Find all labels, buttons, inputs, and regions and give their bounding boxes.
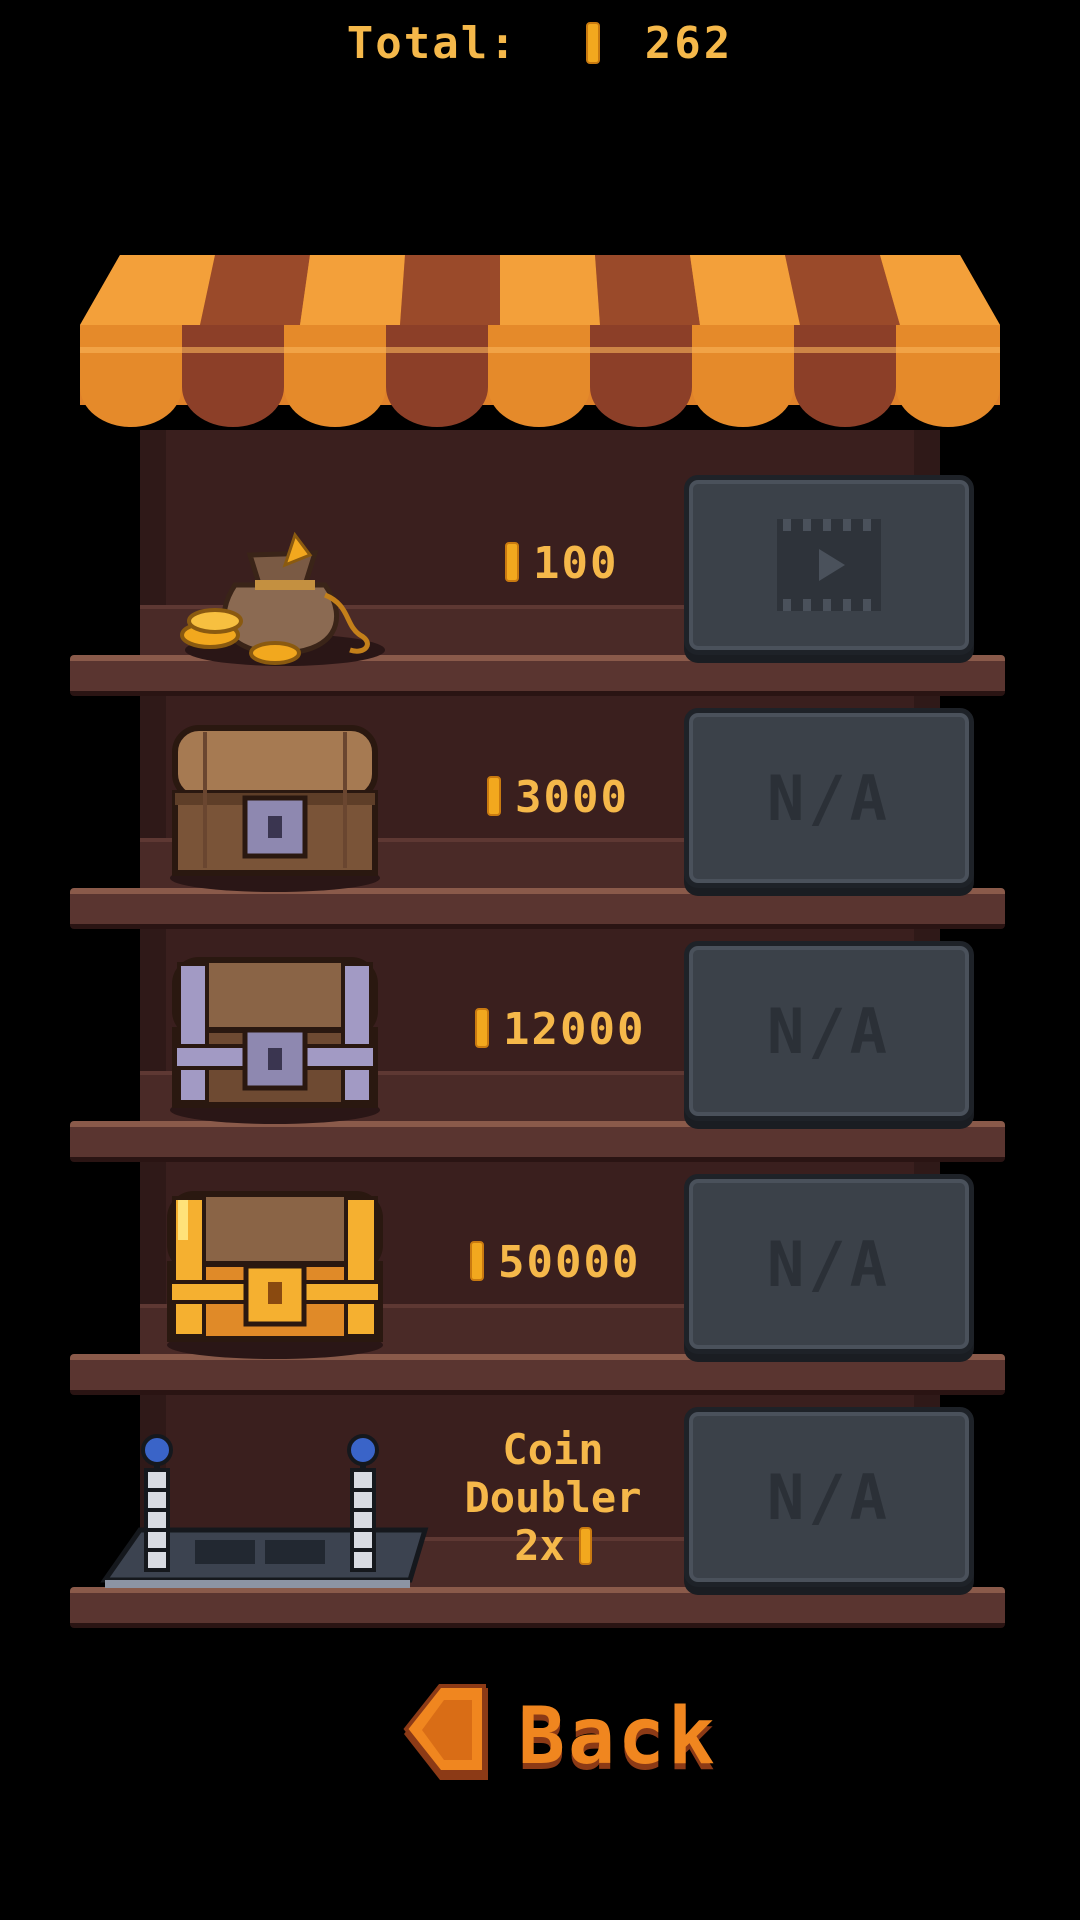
coin-bag-icon: [180, 531, 385, 666]
coin-icon: [578, 1527, 592, 1565]
total-coins: Total: 262: [0, 18, 1080, 69]
coin-icon: [475, 1008, 489, 1048]
coin-icon: [487, 776, 501, 816]
coin-icon: [586, 22, 601, 64]
total-label: Total:: [346, 18, 518, 69]
price-wooden-chest: 3000: [487, 772, 629, 823]
watch-video-button[interactable]: [684, 475, 974, 655]
coin-icon: [470, 1241, 484, 1281]
coin-icon: [505, 542, 519, 582]
shelf: [70, 1354, 1005, 1395]
buy-coin-doubler-button[interactable]: N/A: [684, 1407, 974, 1587]
price-coin-bag: 100: [505, 538, 618, 589]
total-value: 262: [644, 18, 734, 69]
back-button[interactable]: Back: [400, 1682, 715, 1792]
coin-doubler-icon: [100, 1434, 429, 1588]
shop-awning: [80, 255, 1000, 427]
price-iron-chest: 12000: [475, 1004, 645, 1055]
shelf: [70, 1121, 1005, 1162]
buy-golden-chest-button[interactable]: N/A: [684, 1174, 974, 1354]
buy-wooden-chest-button[interactable]: N/A: [684, 708, 974, 888]
price-golden-chest: 50000: [470, 1237, 640, 1288]
iron-chest-icon: [170, 957, 380, 1124]
shelf: [70, 888, 1005, 929]
golden-chest-icon: [167, 1191, 383, 1359]
coin-doubler-label: Coin Doubler 2x: [464, 1425, 642, 1570]
back-arrow-icon: [403, 1684, 488, 1780]
back-label: Back: [518, 1692, 718, 1782]
wooden-chest-icon: [170, 725, 380, 892]
video-play-icon: [777, 519, 881, 611]
buy-iron-chest-button[interactable]: N/A: [684, 941, 974, 1121]
